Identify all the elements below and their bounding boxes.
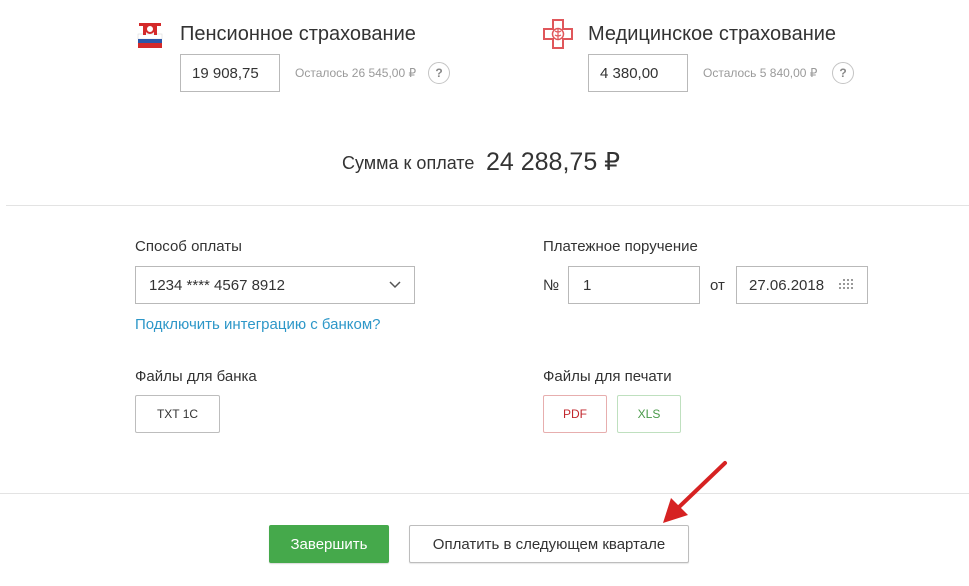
bank-files-label: Файлы для банка bbox=[135, 368, 257, 385]
pension-amount-input[interactable] bbox=[180, 54, 280, 92]
payment-order-date-field[interactable]: 27.06.2018 bbox=[736, 266, 868, 304]
pension-title: Пенсионное страхование bbox=[180, 23, 416, 45]
finish-button[interactable]: Завершить bbox=[269, 525, 389, 563]
pfr-logo-icon bbox=[135, 20, 165, 50]
payment-order-number-input[interactable] bbox=[568, 266, 700, 304]
pdf-button[interactable]: PDF bbox=[543, 395, 607, 433]
payment-method-select[interactable]: 1234 **** 4567 8912 bbox=[135, 266, 415, 304]
medical-title: Медицинское страхование bbox=[588, 23, 837, 45]
payment-method-value: 1234 **** 4567 8912 bbox=[149, 276, 285, 294]
payment-order-date: 27.06.2018 bbox=[749, 276, 825, 294]
medical-cross-icon bbox=[542, 18, 574, 50]
total-value: 24 288,75 ₽ bbox=[486, 148, 621, 176]
number-sign: № bbox=[543, 277, 560, 294]
chevron-down-icon bbox=[389, 281, 401, 289]
payment-order-label: Платежное поручение bbox=[543, 238, 698, 255]
medical-remaining: Осталось 5 840,00 ₽ bbox=[703, 66, 818, 80]
divider-bottom bbox=[0, 493, 969, 494]
bank-integration-link[interactable]: Подключить интеграцию с банком? bbox=[135, 316, 381, 333]
red-arrow-icon bbox=[655, 458, 735, 528]
total-label: Сумма к оплате bbox=[342, 153, 475, 173]
txt-1c-button[interactable]: TXT 1C bbox=[135, 395, 220, 433]
calendar-grid-icon[interactable] bbox=[837, 279, 855, 291]
pension-help-icon[interactable]: ? bbox=[428, 62, 450, 84]
payment-method-label: Способ оплаты bbox=[135, 238, 242, 255]
pension-remaining: Осталось 26 545,00 ₽ bbox=[295, 66, 417, 80]
from-label: от bbox=[710, 277, 725, 294]
print-files-label: Файлы для печати bbox=[543, 368, 672, 385]
pay-next-quarter-button[interactable]: Оплатить в следующем квартале bbox=[409, 525, 689, 563]
medical-amount-input[interactable] bbox=[588, 54, 688, 92]
medical-help-icon[interactable]: ? bbox=[832, 62, 854, 84]
divider-top bbox=[6, 205, 969, 206]
xls-button[interactable]: XLS bbox=[617, 395, 681, 433]
